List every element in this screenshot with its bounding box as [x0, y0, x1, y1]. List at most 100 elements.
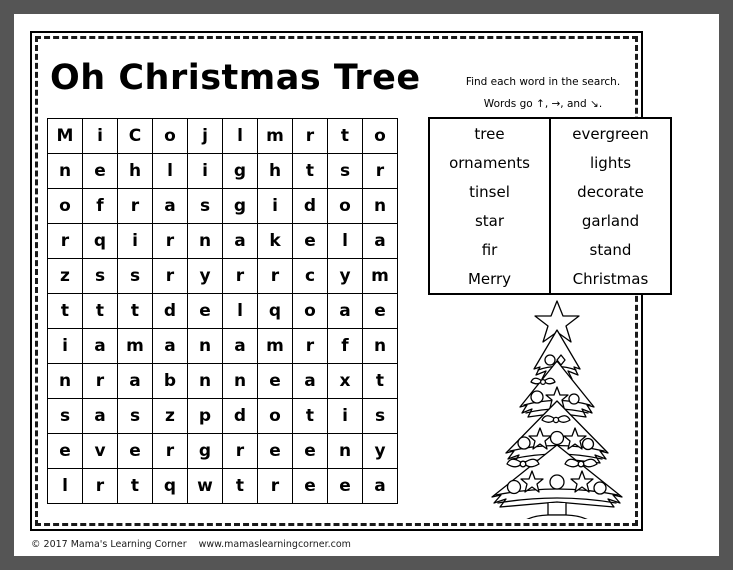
grid-cell[interactable]: n — [222, 363, 258, 399]
grid-cell[interactable]: t — [327, 118, 363, 154]
grid-cell[interactable]: d — [152, 293, 188, 329]
grid-cell[interactable]: t — [292, 153, 328, 189]
grid-cell[interactable]: l — [47, 468, 83, 504]
word-list-item[interactable]: garland — [550, 206, 671, 235]
grid-cell[interactable]: f — [82, 188, 118, 224]
grid-cell[interactable]: q — [257, 293, 293, 329]
grid-cell[interactable]: r — [152, 223, 188, 259]
grid-cell[interactable]: k — [257, 223, 293, 259]
grid-cell[interactable]: g — [222, 153, 258, 189]
word-list-item[interactable]: star — [429, 206, 551, 235]
grid-cell[interactable]: t — [117, 468, 153, 504]
grid-cell[interactable]: l — [222, 118, 258, 154]
grid-cell[interactable]: s — [47, 398, 83, 434]
grid-cell[interactable]: m — [117, 328, 153, 364]
grid-cell[interactable]: a — [327, 293, 363, 329]
grid-cell[interactable]: e — [82, 153, 118, 189]
grid-cell[interactable]: a — [362, 223, 398, 259]
grid-cell[interactable]: t — [362, 363, 398, 399]
grid-cell[interactable]: m — [257, 328, 293, 364]
grid-cell[interactable]: q — [82, 223, 118, 259]
grid-cell[interactable]: a — [362, 468, 398, 504]
grid-cell[interactable]: n — [327, 433, 363, 469]
grid-cell[interactable]: y — [362, 433, 398, 469]
grid-cell[interactable]: s — [82, 258, 118, 294]
grid-cell[interactable]: n — [47, 153, 83, 189]
grid-cell[interactable]: z — [47, 258, 83, 294]
grid-cell[interactable]: r — [152, 433, 188, 469]
grid-cell[interactable]: w — [187, 468, 223, 504]
grid-cell[interactable]: i — [187, 153, 223, 189]
grid-cell[interactable]: f — [327, 328, 363, 364]
grid-cell[interactable]: h — [257, 153, 293, 189]
grid-cell[interactable]: s — [187, 188, 223, 224]
grid-cell[interactable]: e — [117, 433, 153, 469]
grid-cell[interactable]: o — [257, 398, 293, 434]
grid-cell[interactable]: a — [82, 328, 118, 364]
grid-cell[interactable]: j — [187, 118, 223, 154]
grid-cell[interactable]: a — [152, 328, 188, 364]
grid-cell[interactable]: s — [117, 398, 153, 434]
grid-cell[interactable]: t — [82, 293, 118, 329]
word-list-item[interactable]: tinsel — [429, 177, 551, 206]
grid-cell[interactable]: e — [327, 468, 363, 504]
word-list-item[interactable]: Merry — [429, 264, 551, 294]
grid-cell[interactable]: z — [152, 398, 188, 434]
grid-cell[interactable]: r — [362, 153, 398, 189]
grid-cell[interactable]: e — [292, 223, 328, 259]
grid-cell[interactable]: r — [82, 468, 118, 504]
grid-cell[interactable]: e — [292, 433, 328, 469]
grid-cell[interactable]: a — [117, 363, 153, 399]
grid-cell[interactable]: y — [327, 258, 363, 294]
grid-cell[interactable]: e — [47, 433, 83, 469]
grid-cell[interactable]: r — [82, 363, 118, 399]
grid-cell[interactable]: d — [292, 188, 328, 224]
grid-cell[interactable]: a — [222, 223, 258, 259]
grid-cell[interactable]: o — [152, 118, 188, 154]
grid-cell[interactable]: l — [152, 153, 188, 189]
grid-cell[interactable]: r — [257, 468, 293, 504]
grid-cell[interactable]: m — [257, 118, 293, 154]
grid-cell[interactable]: i — [327, 398, 363, 434]
grid-cell[interactable]: o — [47, 188, 83, 224]
grid-cell[interactable]: t — [222, 468, 258, 504]
grid-cell[interactable]: g — [222, 188, 258, 224]
word-list-item[interactable]: decorate — [550, 177, 671, 206]
grid-cell[interactable]: e — [292, 468, 328, 504]
word-list-item[interactable]: fir — [429, 235, 551, 264]
grid-cell[interactable]: x — [327, 363, 363, 399]
word-list-item[interactable]: lights — [550, 148, 671, 177]
grid-cell[interactable]: r — [222, 433, 258, 469]
grid-cell[interactable]: t — [117, 293, 153, 329]
grid-cell[interactable]: s — [327, 153, 363, 189]
grid-cell[interactable]: i — [47, 328, 83, 364]
grid-cell[interactable]: l — [222, 293, 258, 329]
grid-cell[interactable]: e — [187, 293, 223, 329]
grid-cell[interactable]: a — [292, 363, 328, 399]
grid-cell[interactable]: l — [327, 223, 363, 259]
grid-cell[interactable]: i — [257, 188, 293, 224]
grid-cell[interactable]: b — [152, 363, 188, 399]
grid-cell[interactable]: h — [117, 153, 153, 189]
grid-cell[interactable]: m — [362, 258, 398, 294]
word-list-item[interactable]: tree — [429, 118, 551, 148]
word-search-grid[interactable]: MiCojlmrtonehlightsrofrasgidonrqirnakela… — [47, 118, 398, 504]
grid-cell[interactable]: c — [292, 258, 328, 294]
word-list-item[interactable]: evergreen — [550, 118, 671, 148]
grid-cell[interactable]: e — [257, 433, 293, 469]
grid-cell[interactable]: n — [187, 363, 223, 399]
grid-cell[interactable]: n — [187, 223, 223, 259]
grid-cell[interactable]: C — [117, 118, 153, 154]
grid-cell[interactable]: r — [292, 118, 328, 154]
grid-cell[interactable]: r — [257, 258, 293, 294]
grid-cell[interactable]: a — [152, 188, 188, 224]
grid-cell[interactable]: q — [152, 468, 188, 504]
word-list-item[interactable]: Christmas — [550, 264, 671, 294]
word-list-item[interactable]: ornaments — [429, 148, 551, 177]
grid-cell[interactable]: r — [292, 328, 328, 364]
grid-cell[interactable]: t — [292, 398, 328, 434]
grid-cell[interactable]: r — [117, 188, 153, 224]
grid-cell[interactable]: i — [117, 223, 153, 259]
grid-cell[interactable]: v — [82, 433, 118, 469]
grid-cell[interactable]: s — [362, 398, 398, 434]
